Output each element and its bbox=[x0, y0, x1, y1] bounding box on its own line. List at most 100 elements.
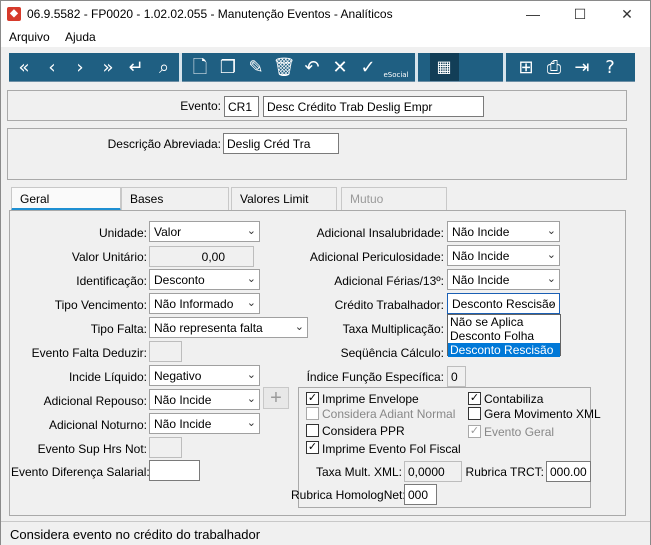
tipo-falta-label: Tipo Falta: bbox=[90, 322, 147, 336]
exit-icon[interactable]: ⇥ bbox=[569, 55, 595, 80]
considera-adiant-checkbox bbox=[306, 407, 319, 420]
status-text: Considera evento no crédito do trabalhad… bbox=[10, 527, 261, 542]
tipo-falta-select[interactable]: Não representa falta ⌄ bbox=[149, 317, 308, 338]
first-icon[interactable]: « bbox=[11, 55, 37, 80]
taxa-xml-label: Taxa Mult. XML: bbox=[315, 465, 402, 479]
periculosidade-label: Adicional Periculosidade: bbox=[309, 250, 444, 264]
minimize-button[interactable]: — bbox=[510, 1, 556, 27]
toolbar-separator bbox=[179, 53, 182, 82]
evento-falta-field bbox=[149, 341, 182, 362]
dropdown-option[interactable]: Desconto Folha bbox=[448, 329, 560, 343]
valor-unitario-label: Valor Unitário: bbox=[71, 250, 147, 264]
status-bar: Considera evento no crédito do trabalhad… bbox=[1, 521, 650, 545]
search-icon[interactable]: ⌕ bbox=[151, 55, 177, 80]
evento-falta-label: Evento Falta Deduzir: bbox=[31, 346, 147, 360]
adicional-noturno-label: Adicional Noturno: bbox=[48, 418, 147, 432]
short-description-label: Descrição Abreviada: bbox=[107, 137, 221, 151]
imprime-fiscal-checkbox[interactable]: ✓ bbox=[306, 441, 319, 454]
imprime-fiscal-label: Imprime Evento Fol Fiscal bbox=[322, 442, 461, 456]
evento-geral-checkbox: ✓ bbox=[468, 425, 481, 438]
credito-dropdown: Não se Aplica Desconto Folha Desconto Re… bbox=[447, 314, 561, 357]
next-icon[interactable]: › bbox=[67, 55, 93, 80]
adicional-repouso-select[interactable]: Não Incide ⌄ bbox=[149, 389, 260, 410]
imprime-envelope-label: Imprime Envelope bbox=[322, 392, 419, 406]
taxa-mult-label: Taxa Multiplicação: bbox=[342, 322, 444, 336]
cancel-icon[interactable]: ✕ bbox=[327, 55, 353, 80]
ferias-label: Adicional Férias/13º: bbox=[334, 274, 444, 288]
chevron-down-icon: ⌄ bbox=[246, 297, 256, 309]
event-code-field[interactable]: CR1 bbox=[224, 96, 259, 117]
title-bar: ◆ 06.9.5582 - FP0020 - 1.02.02.055 - Man… bbox=[1, 1, 650, 27]
tipo-vencimento-select[interactable]: Não Informado ⌄ bbox=[149, 293, 260, 314]
incide-liquido-select[interactable]: Negativo ⌄ bbox=[149, 365, 260, 386]
rubrica-trct-field[interactable]: 000.00 bbox=[546, 461, 591, 482]
tipo-vencimento-value: Não Informado bbox=[154, 297, 234, 311]
identificacao-value: Desconto bbox=[154, 273, 205, 287]
help-icon[interactable]: ? bbox=[597, 55, 623, 80]
chevron-down-icon: ⌄ bbox=[246, 369, 256, 381]
maximize-button[interactable]: ☐ bbox=[557, 1, 603, 27]
unidade-value: Valor bbox=[154, 225, 182, 239]
new-icon[interactable]: 🗋 bbox=[187, 55, 213, 80]
event-description-field[interactable]: Desc Crédito Trab Deslig Empr bbox=[263, 96, 484, 117]
calendar-button[interactable]: ▦ bbox=[430, 53, 459, 81]
tipo-vencimento-label: Tipo Vencimento: bbox=[54, 298, 147, 312]
unidade-label: Unidade: bbox=[98, 226, 147, 240]
short-description-field[interactable]: Deslig Créd Tra bbox=[223, 133, 339, 154]
considera-ppr-checkbox[interactable] bbox=[306, 424, 319, 437]
imprime-envelope-checkbox[interactable]: ✓ bbox=[306, 392, 319, 405]
toolbar-separator bbox=[415, 53, 418, 82]
adicional-noturno-select[interactable]: Não Incide ⌄ bbox=[149, 413, 260, 434]
insalubridade-select[interactable]: Não Incide ⌄ bbox=[447, 221, 560, 242]
tab-mutuo[interactable]: Mutuo bbox=[341, 187, 447, 211]
evento-diferenca-field[interactable] bbox=[149, 460, 200, 481]
gera-movimento-label: Gera Movimento XML bbox=[484, 407, 601, 421]
tipo-falta-value: Não representa falta bbox=[154, 321, 263, 335]
chevron-down-icon: ⌄ bbox=[246, 417, 256, 429]
tab-valores-limit[interactable]: Valores Limit bbox=[231, 187, 337, 211]
return-icon[interactable]: ↵ bbox=[123, 55, 149, 80]
adicional-repouso-label: Adicional Repouso: bbox=[43, 394, 147, 408]
calendar-icon: ▦ bbox=[436, 57, 452, 76]
menu-ajuda[interactable]: Ajuda bbox=[65, 30, 96, 44]
credito-value: Desconto Rescisão bbox=[452, 297, 556, 311]
esocial-icon[interactable]: eSocial bbox=[383, 55, 409, 80]
close-button[interactable]: ✕ bbox=[604, 1, 650, 27]
menu-arquivo[interactable]: Arquivo bbox=[9, 30, 50, 44]
confirm-icon[interactable]: ✓ bbox=[355, 55, 381, 80]
credito-select[interactable]: Desconto Rescisão ⌄ bbox=[447, 293, 560, 314]
copy-icon[interactable]: ❐ bbox=[215, 55, 241, 80]
evento-geral-label: Evento Geral bbox=[484, 425, 555, 439]
identificacao-select[interactable]: Desconto ⌄ bbox=[149, 269, 260, 290]
tab-geral[interactable]: Geral bbox=[11, 187, 121, 211]
evento-diferenca-label: Evento Diferença Salarial: bbox=[11, 465, 150, 479]
unidade-select[interactable]: Valor ⌄ bbox=[149, 221, 260, 242]
considera-adiant-label: Considera Adiant Normal bbox=[322, 407, 456, 421]
rubrica-homolog-field[interactable]: 000 bbox=[404, 484, 437, 505]
dropdown-option-selected[interactable]: Desconto Rescisão bbox=[448, 343, 560, 357]
adicional-noturno-value: Não Incide bbox=[154, 417, 212, 431]
contabiliza-label: Contabiliza bbox=[484, 392, 544, 406]
evento-sup-field bbox=[149, 437, 182, 458]
ferias-select[interactable]: Não Incide ⌄ bbox=[447, 269, 560, 290]
print-icon[interactable]: ⎙ bbox=[541, 55, 567, 80]
adicional-repouso-value: Não Incide bbox=[154, 393, 212, 407]
rubrica-homolog-label: Rubrica HomologNet: bbox=[291, 488, 406, 502]
last-icon[interactable]: » bbox=[95, 55, 121, 80]
prev-icon[interactable]: ‹ bbox=[39, 55, 65, 80]
toolbar: « ‹ › » ↵ ⌕ 🗋 ❐ ✎ 🗑 ↶ ✕ ✓ eSocial ▦ ⊞ ⎙ … bbox=[9, 53, 635, 82]
evento-sup-label: Evento Sup Hrs Not: bbox=[37, 442, 147, 456]
chevron-down-icon: ⌄ bbox=[546, 273, 556, 285]
undo-icon[interactable]: ↶ bbox=[299, 55, 325, 80]
tree-icon[interactable]: ⊞ bbox=[513, 55, 539, 80]
dropdown-option[interactable]: Não se Aplica bbox=[448, 315, 560, 329]
delete-icon[interactable]: 🗑 bbox=[271, 55, 297, 80]
sequencia-label: Seqüência Cálculo: bbox=[340, 346, 444, 360]
gera-movimento-checkbox[interactable] bbox=[468, 407, 481, 420]
add-icon[interactable]: + bbox=[263, 387, 289, 409]
contabiliza-checkbox[interactable]: ✓ bbox=[468, 392, 481, 405]
periculosidade-select[interactable]: Não Incide ⌄ bbox=[447, 245, 560, 266]
tab-bases[interactable]: Bases bbox=[121, 187, 229, 211]
edit-icon[interactable]: ✎ bbox=[243, 55, 269, 80]
menu-bar: Arquivo Ajuda bbox=[1, 27, 650, 47]
